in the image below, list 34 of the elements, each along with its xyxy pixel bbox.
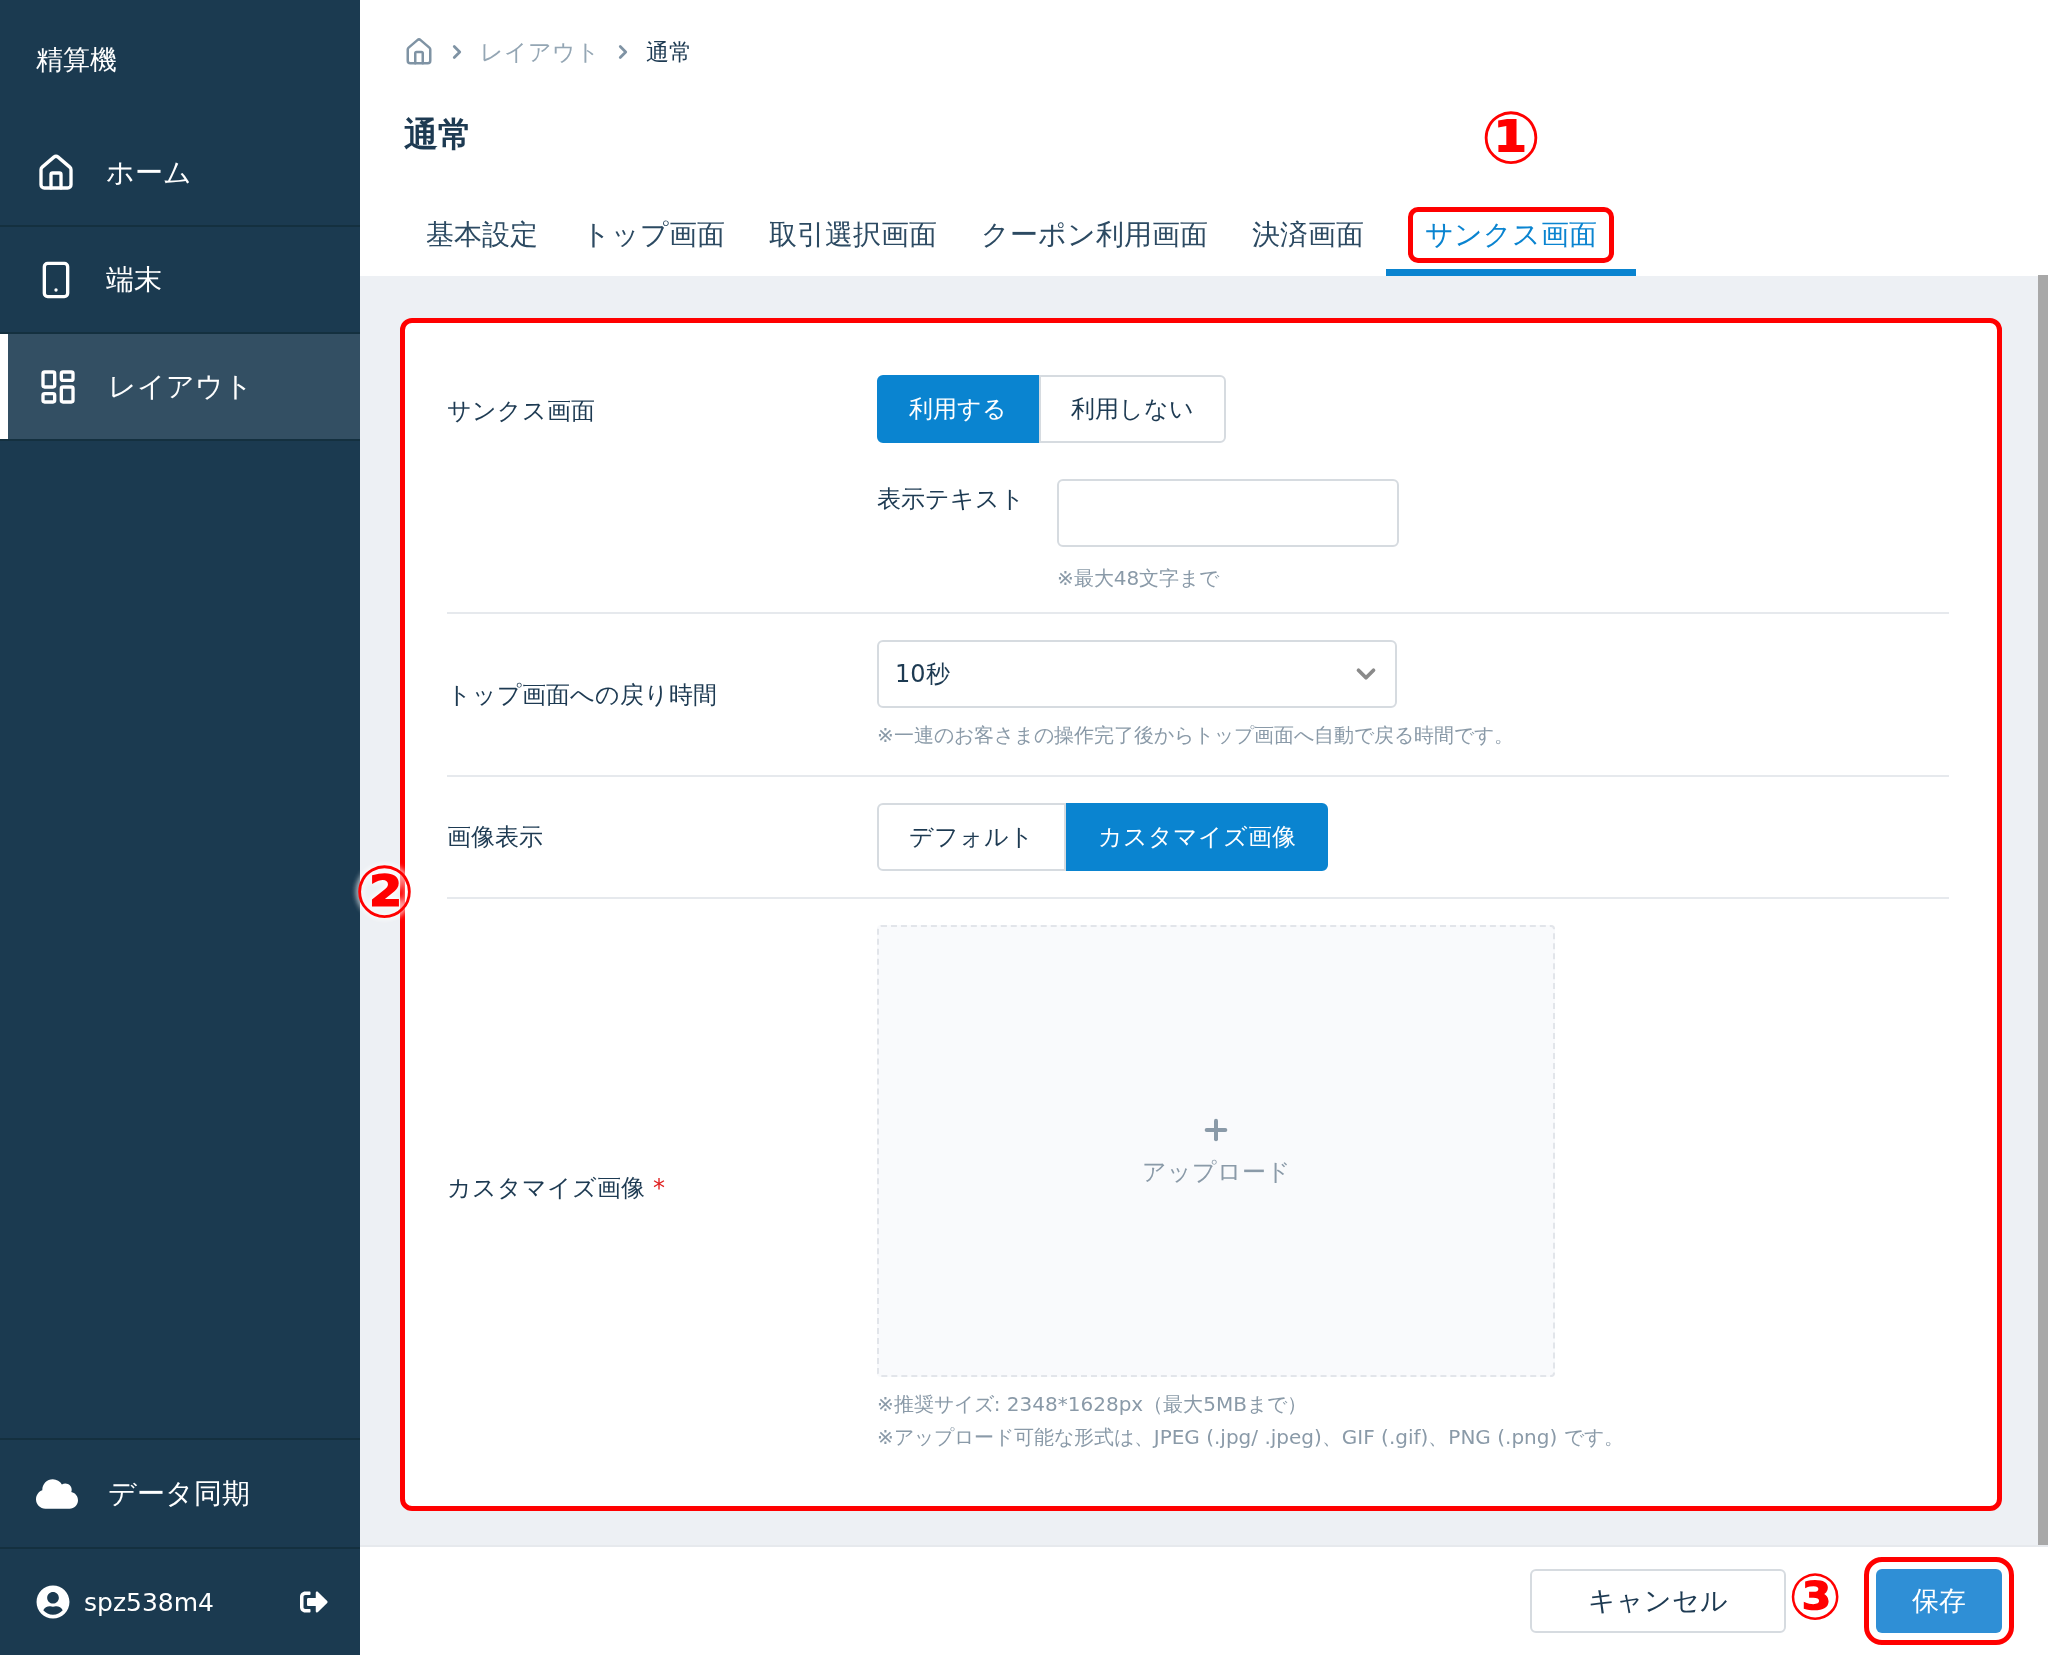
app-title: 精算機 — [35, 43, 118, 77]
tab[interactable]: 決済画面 — [1230, 194, 1386, 276]
scrollbar[interactable] — [2038, 275, 2048, 1545]
text-input[interactable] — [1057, 479, 1399, 547]
home-icon — [36, 152, 76, 193]
breadcrumb-item: 通常 — [646, 37, 692, 67]
hint-text: ※最大48文字まで — [1057, 565, 1221, 592]
annotation-number: ③ — [1788, 1565, 1843, 1629]
tab[interactable]: 取引選択画面 — [747, 194, 959, 276]
select-field[interactable]: 10秒 — [877, 640, 1397, 708]
sync-button[interactable]: データ同期 — [0, 1438, 360, 1549]
field-label: サンクス画面 — [447, 396, 596, 427]
field-label: カスタマイズ画像 * — [447, 1173, 666, 1204]
required-asterisk: * — [653, 1174, 665, 1202]
toggle-option[interactable]: カスタマイズ画像 — [1066, 803, 1328, 871]
annotation-number: ① — [1480, 102, 1542, 174]
field-label: 画像表示 — [447, 822, 544, 853]
cancel-button[interactable]: キャンセル — [1530, 1569, 1786, 1633]
toggle-option[interactable]: 利用する — [877, 375, 1039, 443]
home-icon[interactable] — [404, 37, 434, 67]
tab[interactable]: 基本設定 — [404, 194, 560, 276]
page-title: 通常 — [404, 113, 472, 156]
user-icon — [36, 1585, 70, 1619]
hint-text: ※推奨サイズ: 2348*1628px（最大5MBまで） — [877, 1391, 1308, 1418]
hint-text: ※一連のお客さまの操作完了後からトップ画面へ自動で戻る時間です。 — [877, 722, 1515, 749]
tab[interactable]: トップ画面 — [560, 194, 747, 276]
username: spz538m4 — [84, 1587, 215, 1617]
hint-text: ※アップロード可能な形式は、JPEG (.jpg/ .jpeg)、GIF (.gif)、PNG (.png) です。 — [877, 1424, 1625, 1451]
nav-item[interactable]: レイアウト — [0, 334, 360, 441]
toggle-option[interactable]: デフォルト — [877, 803, 1066, 871]
toggle-option[interactable]: 利用しない — [1039, 375, 1226, 443]
tab[interactable]: クーポン利用画面 — [959, 194, 1230, 276]
field-label: 表示テキスト — [877, 484, 1026, 515]
field-label: トップ画面への戻り時間 — [447, 679, 718, 711]
